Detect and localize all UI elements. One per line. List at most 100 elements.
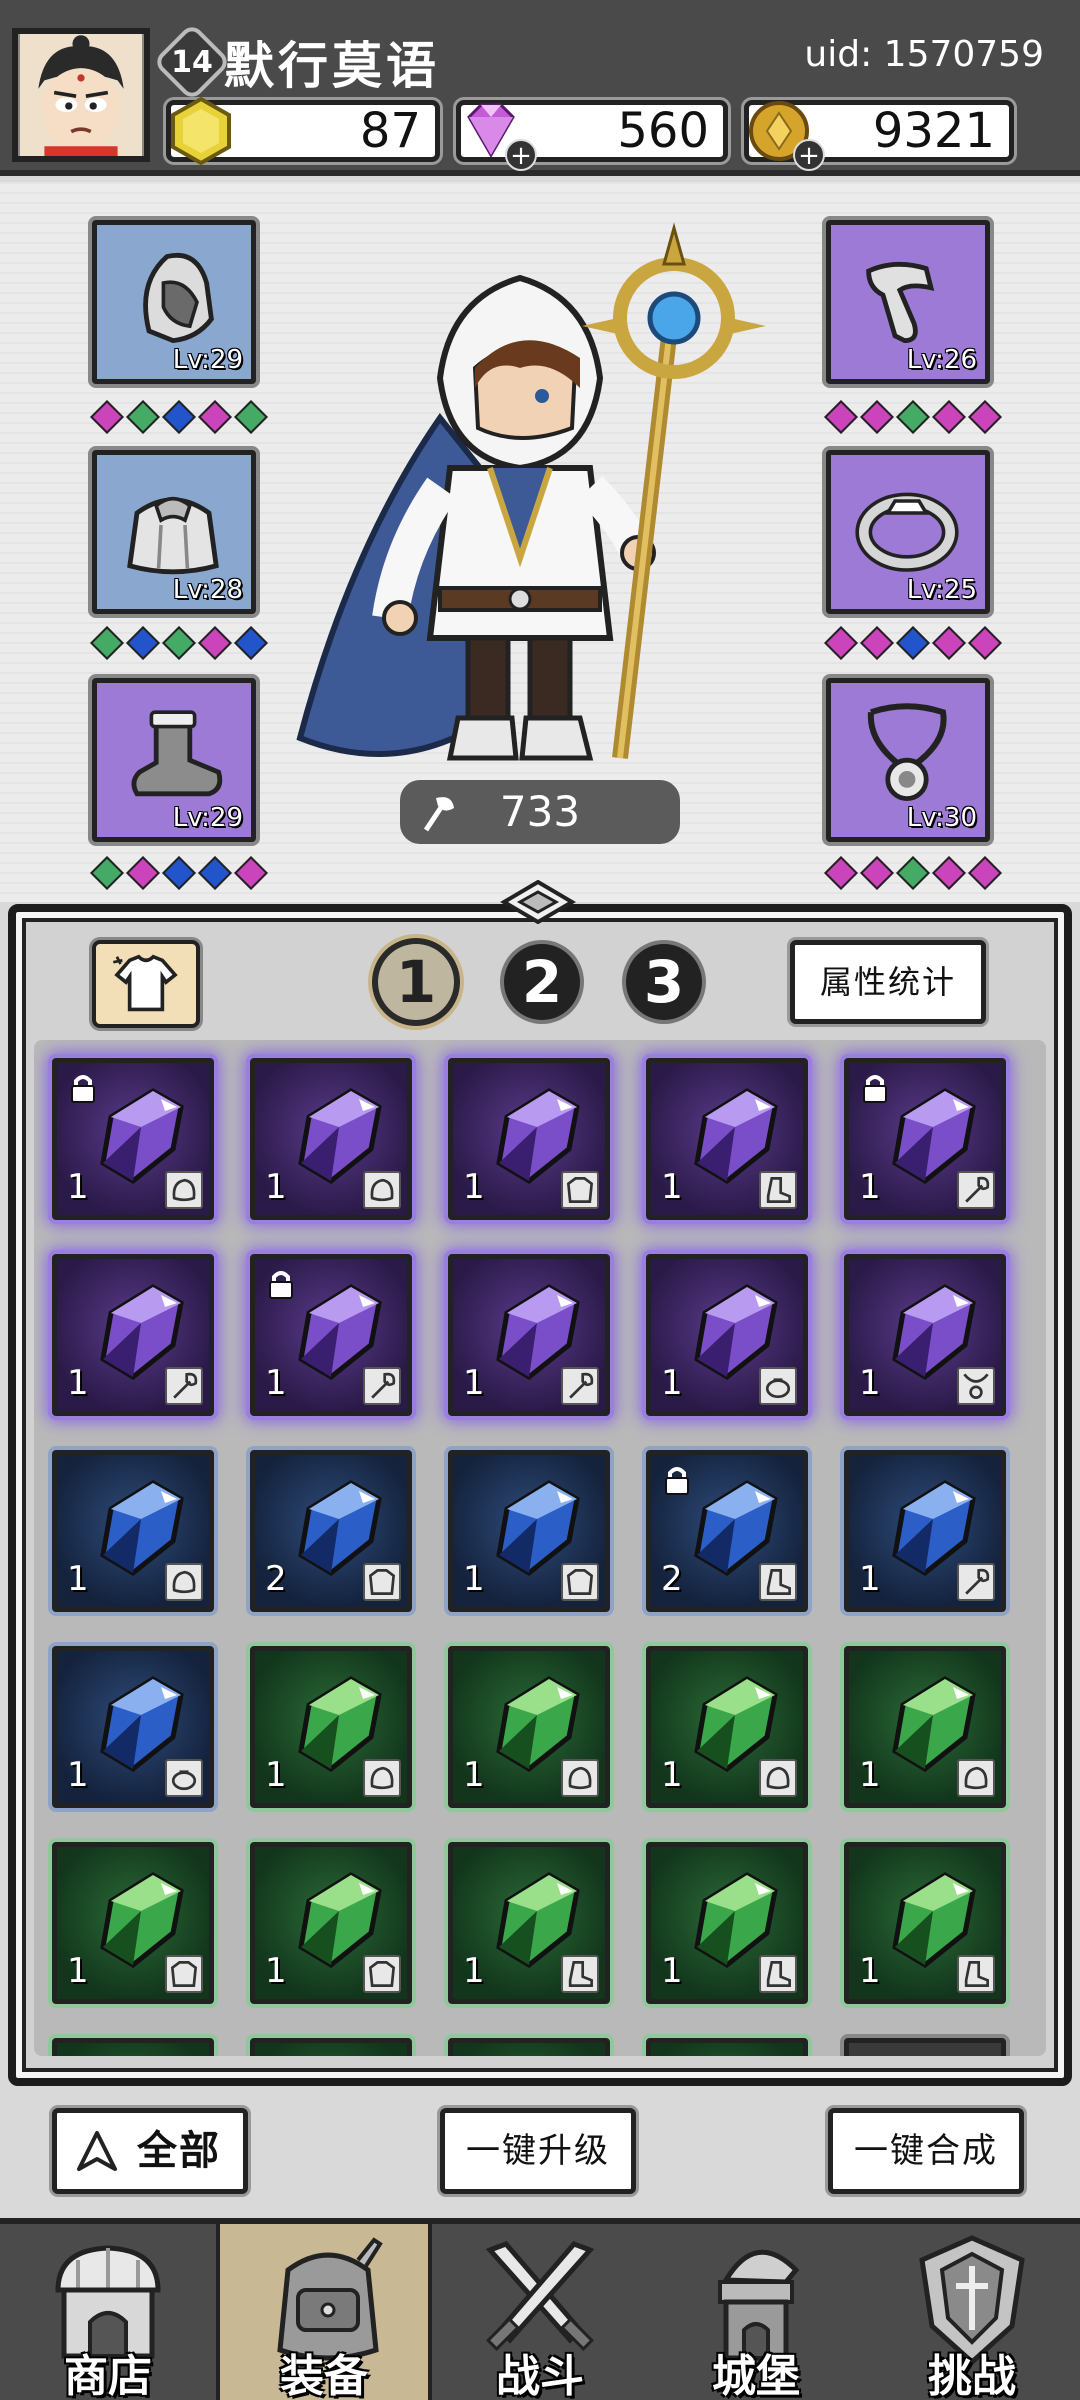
- gem-socket: [162, 626, 196, 660]
- lock-icon: [269, 1271, 293, 1299]
- inventory-slot[interactable]: 1: [448, 1450, 610, 1612]
- nav-shop[interactable]: 商店: [0, 2224, 216, 2400]
- inventory-slot[interactable]: 1: [646, 1254, 808, 1416]
- inventory-slot[interactable]: 1: [250, 1058, 412, 1220]
- inventory-slot[interactable]: 1: [844, 1842, 1006, 2004]
- item-quantity: 1: [265, 1951, 287, 1991]
- inventory-slot[interactable]: 1: [646, 1646, 808, 1808]
- necklace-icon: [867, 703, 947, 801]
- wardrobe-button[interactable]: [92, 940, 200, 1028]
- inventory-slot[interactable]: 1: [646, 1842, 808, 2004]
- equipment-screen: 14 默行莫语 uid: 1570759 87 + 560 + 9321 Lv:…: [0, 0, 1080, 2400]
- weapon-type-icon: [965, 1568, 990, 1595]
- add-coins-button[interactable]: +: [793, 139, 825, 171]
- item-quantity: 1: [463, 1755, 485, 1795]
- equip-slot-gloves[interactable]: Lv:26: [826, 220, 990, 384]
- equip-slot-boots[interactable]: Lv:29: [92, 678, 256, 842]
- gem-socket: [896, 400, 930, 434]
- upgrade-all-button[interactable]: 一键升级: [440, 2108, 636, 2194]
- item-type-badge: [759, 1367, 797, 1405]
- gem-socket: [860, 856, 894, 890]
- attribute-stats-button[interactable]: 属性统计: [790, 940, 986, 1024]
- player-avatar[interactable]: [12, 28, 150, 162]
- inventory-slot[interactable]: 1: [448, 1254, 610, 1416]
- add-gems-button[interactable]: +: [505, 139, 537, 171]
- inventory-slot[interactable]: 2: [250, 1450, 412, 1612]
- item-quantity: 1: [463, 1559, 485, 1599]
- gem-socket: [824, 626, 858, 660]
- item-type-badge: [957, 1171, 995, 1209]
- filter-all-button[interactable]: 全部: [52, 2108, 248, 2194]
- helmet-type-icon: [766, 1766, 790, 1790]
- tab-loadout-3[interactable]: 3: [626, 944, 702, 1020]
- ring-icon: [855, 492, 959, 572]
- staff-power-icon: [423, 797, 454, 832]
- inventory-slot[interactable]: [448, 2038, 610, 2056]
- equip-level: Lv:29: [172, 345, 243, 375]
- gem-socket: [90, 856, 124, 890]
- nav-castle[interactable]: 城堡: [648, 2224, 864, 2400]
- gem-socket: [90, 626, 124, 660]
- nav-label: 装备: [280, 2351, 368, 2400]
- inventory-slot[interactable]: 1: [646, 1058, 808, 1220]
- item-type-badge: [561, 1759, 599, 1797]
- gem-socket: [198, 856, 232, 890]
- item-type-badge: [957, 1563, 995, 1601]
- inventory-slot[interactable]: 2: [646, 1450, 808, 1612]
- nav-challenge[interactable]: 挑战: [864, 2224, 1080, 2400]
- inventory-slot[interactable]: 1: [844, 1254, 1006, 1416]
- nav-label: 城堡: [712, 2351, 800, 2400]
- helmet-type-icon: [964, 1766, 988, 1790]
- hero-display: Lv:29 Lv:28 Lv:29 Lv:26 Lv:25 Lv:30 733: [0, 182, 1080, 902]
- inventory-slot[interactable]: 1: [250, 1842, 412, 2004]
- tab-loadout-1[interactable]: 1: [378, 944, 454, 1020]
- item-quantity: 2: [265, 1559, 287, 1599]
- inventory-slot[interactable]: 1: [52, 1842, 214, 2004]
- tab-loadout-2[interactable]: 2: [504, 944, 580, 1020]
- item-type-badge: [363, 1955, 401, 1993]
- item-quantity: 1: [859, 1755, 881, 1795]
- inventory-slot[interactable]: 1: [250, 1254, 412, 1416]
- item-type-badge: [957, 1367, 995, 1405]
- boots-type-icon: [766, 1961, 791, 1987]
- inventory-slot[interactable]: 1: [250, 1646, 412, 1808]
- gem-socket: [896, 626, 930, 660]
- inventory-slot[interactable]: 1: [844, 1058, 1006, 1220]
- nav-equipment[interactable]: 装备: [216, 2224, 432, 2400]
- merge-all-button[interactable]: 一键合成: [828, 2108, 1024, 2194]
- item-quantity: 1: [67, 1363, 89, 1403]
- weapon-type-icon: [371, 1372, 396, 1399]
- equip-slot-necklace[interactable]: Lv:30: [826, 678, 990, 842]
- inventory-slot[interactable]: [844, 2038, 1006, 2056]
- inventory-slot[interactable]: 1: [844, 1646, 1006, 1808]
- helmet-type-icon: [370, 1178, 394, 1202]
- inventory-slot[interactable]: 1: [844, 1450, 1006, 1612]
- inventory-slot[interactable]: [646, 2038, 808, 2056]
- inventory-slot[interactable]: 1: [448, 1058, 610, 1220]
- hood-helmet-icon: [143, 253, 214, 344]
- item-type-badge: [363, 1367, 401, 1405]
- gem-sockets-ring: [824, 626, 1002, 660]
- boots-icon: [131, 710, 223, 797]
- item-type-badge: [165, 1563, 203, 1601]
- item-quantity: 1: [265, 1363, 287, 1403]
- item-quantity: 1: [463, 1363, 485, 1403]
- inventory-slot[interactable]: 1: [52, 1646, 214, 1808]
- gold-resource: 87: [166, 96, 440, 166]
- inventory-grid[interactable]: 1 1 1 1 1 1 1 1 1 1 1 2 1 2 1 1 1 1 1 1 1 1 1 1 1: [34, 1040, 1046, 2056]
- inventory-slot[interactable]: [250, 2038, 412, 2056]
- inventory-slot[interactable]: 1: [448, 1646, 610, 1808]
- equip-level: Lv:26: [906, 345, 977, 375]
- equip-slot-armor[interactable]: Lv:28: [92, 450, 256, 614]
- equip-slot-helmet[interactable]: Lv:29: [92, 220, 256, 384]
- inventory-slot[interactable]: 1: [52, 1058, 214, 1220]
- inventory-slot[interactable]: 1: [52, 1254, 214, 1416]
- inventory-slot[interactable]: 1: [448, 1842, 610, 2004]
- item-quantity: 1: [67, 1951, 89, 1991]
- inventory-slot[interactable]: 1: [52, 1450, 214, 1612]
- nav-battle[interactable]: 战斗: [432, 2224, 648, 2400]
- armor-type-icon: [368, 1961, 396, 1987]
- gem-socket: [234, 626, 268, 660]
- inventory-slot[interactable]: [52, 2038, 214, 2056]
- equip-slot-ring[interactable]: Lv:25: [826, 450, 990, 614]
